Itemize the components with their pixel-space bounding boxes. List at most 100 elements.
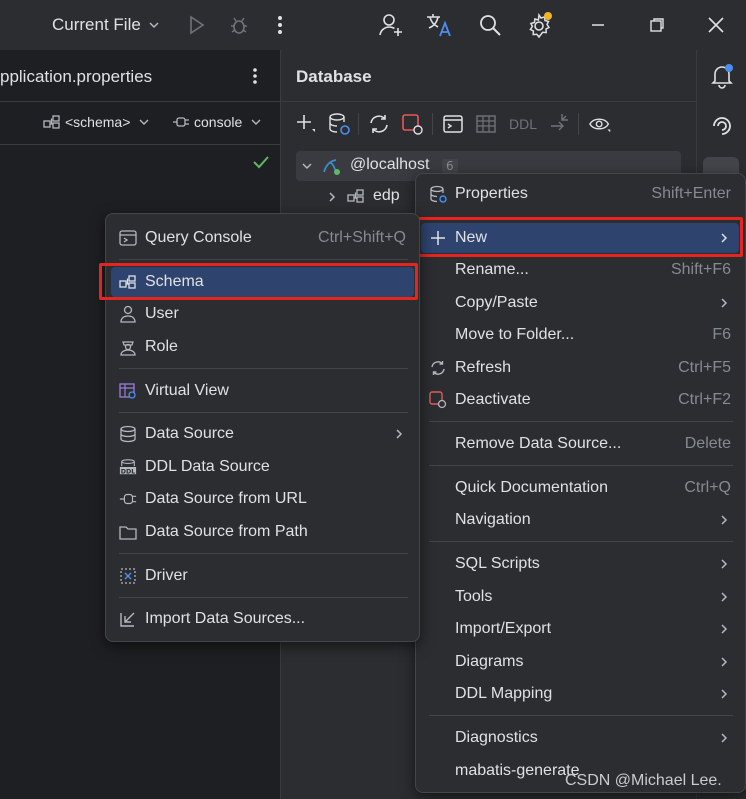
menu-item-label: Role [145, 338, 178, 355]
menu-item-shortcut: Ctrl+Q [684, 479, 731, 496]
restore-icon[interactable] [649, 17, 665, 33]
submenu-item-data-source[interactable]: Data Source [111, 419, 414, 449]
menu-item-label: DDL Data Source [145, 458, 270, 475]
menu-item-label: Deactivate [455, 391, 531, 408]
menu-separator [429, 541, 733, 542]
menu-item-copy-paste[interactable]: Copy/Paste [421, 288, 739, 318]
menu-item-label: Refresh [455, 359, 512, 376]
toolbar-separator [578, 113, 579, 135]
run-configuration-label: Current File [52, 15, 141, 34]
submenu-item-ddl-data-source[interactable]: DDL DDL Data Source [111, 452, 414, 482]
menu-separator [119, 597, 408, 598]
close-icon[interactable] [707, 16, 725, 34]
schema-selector-label: <schema> [65, 114, 131, 130]
ddl-datasource-icon: DDL [119, 458, 137, 476]
menu-item-label: mabatis-generate [455, 762, 580, 779]
submenu-item-import-data-sources[interactable]: Import Data Sources... [111, 604, 414, 634]
deactivate-icon[interactable] [400, 112, 424, 136]
menu-item-refresh[interactable]: Refresh Ctrl+F5 [421, 353, 739, 383]
submenu-item-driver[interactable]: Driver [111, 561, 414, 591]
menu-item-diagrams[interactable]: Diagrams [421, 647, 739, 677]
minimize-icon[interactable] [590, 17, 606, 33]
menu-item-move-to-folder[interactable]: Move to Folder... F6 [421, 320, 739, 350]
menu-separator [429, 715, 733, 716]
menu-item-tools[interactable]: Tools [421, 582, 739, 612]
schema-icon [347, 188, 365, 204]
table-icon[interactable] [474, 112, 498, 136]
submenu-item-query-console[interactable]: Query Console Ctrl+Shift+Q [111, 223, 414, 253]
add-icon[interactable] [294, 112, 318, 136]
menu-item-navigation[interactable]: Navigation [421, 505, 739, 535]
menu-item-properties[interactable]: Properties Shift+Enter [421, 179, 739, 209]
submenu-item-data-source-from-url[interactable]: Data Source from URL [111, 484, 414, 514]
submenu-item-virtual-view[interactable]: Virtual View [111, 376, 414, 406]
menu-separator [119, 368, 408, 369]
menu-item-sql-scripts[interactable]: SQL Scripts [421, 549, 739, 579]
console-icon [172, 114, 190, 130]
menu-item-shortcut: Ctrl+F2 [678, 391, 731, 408]
ai-assistant-icon[interactable] [709, 113, 735, 139]
menu-item-label: Remove Data Source... [455, 435, 622, 452]
submenu-item-user[interactable]: User [111, 299, 414, 329]
jump-to-source-icon[interactable] [548, 112, 572, 136]
view-options-icon[interactable] [589, 112, 613, 136]
menu-item-label: Rename... [455, 261, 529, 278]
editor-tab-title[interactable]: pplication.properties [0, 67, 152, 87]
menu-item-deactivate[interactable]: Deactivate Ctrl+F2 [421, 385, 739, 415]
import-icon [119, 610, 137, 628]
refresh-icon[interactable] [367, 112, 391, 136]
menu-item-label: Driver [145, 567, 188, 584]
debug-icon[interactable] [227, 13, 251, 37]
menu-item-label: User [145, 305, 179, 322]
menu-separator [119, 259, 408, 260]
translate-icon[interactable] [425, 11, 453, 39]
ddl-button[interactable]: DDL [509, 116, 537, 132]
settings-icon[interactable] [526, 11, 554, 39]
menu-item-quick-documentation[interactable]: Quick Documentation Ctrl+Q [421, 473, 739, 503]
more-vertical-icon[interactable] [272, 14, 288, 36]
query-console-icon[interactable] [441, 112, 465, 136]
tree-root-count: 6 [442, 159, 458, 173]
menu-separator [429, 465, 733, 466]
chevron-right-icon [717, 687, 731, 701]
connector-icon [119, 490, 137, 508]
menu-item-label: Copy/Paste [455, 294, 538, 311]
tab-options-icon[interactable] [247, 65, 263, 87]
virtual-view-icon [119, 382, 137, 400]
add-user-icon[interactable] [378, 12, 404, 38]
chevron-right-icon [717, 296, 731, 310]
menu-item-remove-data-source[interactable]: Remove Data Source... Delete [421, 429, 739, 459]
driver-icon [119, 567, 137, 585]
console-selector-label: console [194, 114, 243, 130]
menu-item-ddl-mapping[interactable]: DDL Mapping [421, 679, 739, 709]
chevron-right-icon [717, 731, 731, 745]
database-panel-title: Database [296, 67, 372, 86]
submenu-item-data-source-from-path[interactable]: Data Source from Path [111, 517, 414, 547]
menu-item-diagnostics[interactable]: Diagnostics [421, 723, 739, 753]
folder-icon [119, 523, 137, 541]
submenu-item-role[interactable]: Role [111, 332, 414, 362]
menu-item-import-export[interactable]: Import/Export [421, 614, 739, 644]
run-icon[interactable] [185, 14, 207, 36]
console-selector[interactable]: console [172, 114, 262, 130]
watermark: CSDN @Michael Lee. [565, 772, 722, 789]
chevron-down-icon[interactable] [300, 159, 314, 173]
chevron-right-icon[interactable] [325, 190, 339, 204]
menu-item-label: Diagnostics [455, 729, 538, 746]
datasource-properties-icon[interactable] [327, 112, 351, 136]
menu-item-shortcut: Shift+Enter [651, 185, 731, 202]
query-console-icon [119, 229, 137, 247]
menu-item-shortcut: F6 [712, 326, 731, 343]
menu-item-label: Properties [455, 185, 528, 202]
run-configuration-dropdown[interactable]: Current File [52, 13, 161, 37]
schema-selector[interactable]: <schema> [43, 114, 150, 130]
refresh-icon [429, 359, 447, 377]
menu-item-label: DDL Mapping [455, 685, 553, 702]
menu-item-shortcut: Delete [684, 435, 731, 452]
notifications-icon[interactable] [709, 63, 735, 89]
search-icon[interactable] [478, 13, 502, 37]
menu-item-label: Diagrams [455, 653, 524, 670]
menu-separator [119, 412, 408, 413]
menu-item-rename[interactable]: Rename... Shift+F6 [421, 255, 739, 285]
chevron-right-icon [717, 590, 731, 604]
